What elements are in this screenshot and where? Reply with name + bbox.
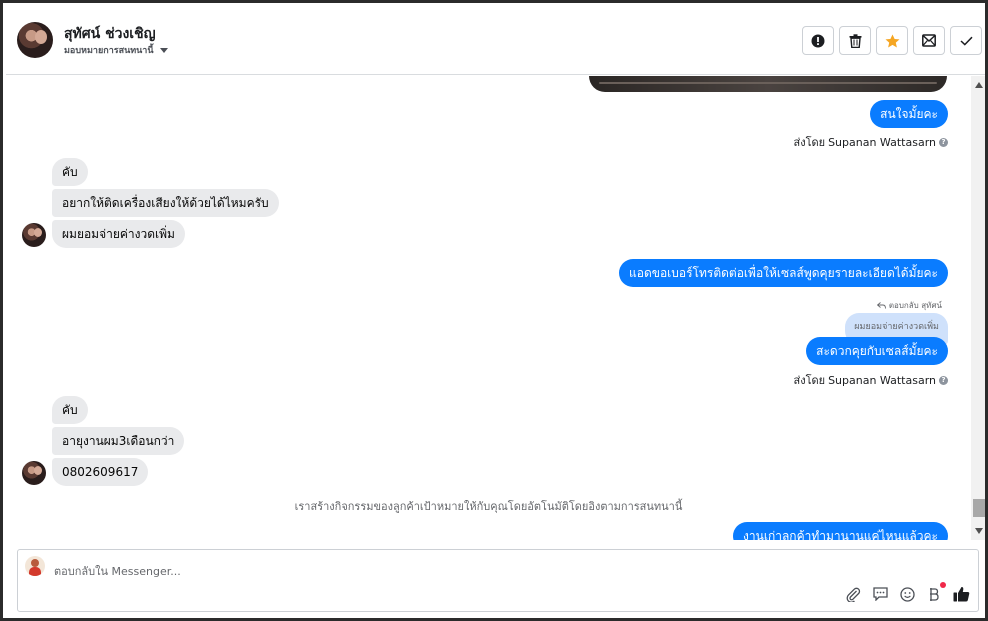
outgoing-message: แอดขอเบอร์โทรติดต่อเพื่อให้เซลส์พูดคุยรา… [619,259,948,287]
incoming-message: ผมยอมจ่ายค่างวดเพิ่ม [52,220,185,248]
notification-dot [940,582,946,588]
mark-unread-button[interactable] [913,26,945,55]
attachment-icon [846,587,860,602]
attachment-button[interactable] [844,585,862,603]
help-icon[interactable]: ? [939,375,948,385]
contact-avatar-small [22,461,46,485]
mark-done-button[interactable] [950,26,982,55]
payment-button[interactable] [925,582,946,603]
caret-down-icon [159,47,168,53]
mark-spam-button[interactable] [802,26,834,55]
conversation-header: สุทัศน์ ช่วงเชิญ มอบหมายการสนทนานี้ [6,6,985,75]
incoming-message: คับ [52,158,88,186]
delete-button[interactable] [839,26,871,55]
incoming-message: อายุงานผม3เดือนกว่า [52,427,185,455]
assign-label: มอบหมายการสนทนานี้ [64,46,154,56]
composer-tools [844,582,970,603]
sent-by-name: Supanan Wattasarn [828,135,936,149]
saved-reply-icon [872,587,888,601]
sent-by-label: ส่งโดย Supanan Wattasarn ? [793,133,948,151]
contact-avatar[interactable] [17,22,53,58]
incoming-message: 0802609617 [52,458,149,486]
sent-by-name: Supanan Wattasarn [828,373,936,387]
messenger-inbox-window: สุทัศน์ ช่วงเชิญ มอบหมายการสนทนานี้ สนใจ… [0,0,988,621]
reply-input[interactable]: ตอบกลับใน Messenger... [54,562,181,580]
alert-circle-icon [811,34,825,47]
contact-avatar-small [22,223,46,247]
sent-by-label: ส่งโดย Supanan Wattasarn ? [793,371,948,389]
reply-context-text: ตอบกลับ สุทัศน์ [888,301,942,310]
incoming-message: คับ [52,396,88,424]
emoji-icon [899,586,915,602]
outgoing-message: สนใจมั้ยคะ [870,100,948,128]
sent-by-prefix: ส่งโดย [793,136,826,149]
reply-context: ตอบกลับ สุทัศน์ [876,299,942,312]
outgoing-message: งานเก่าลูกค้าทำมานานแค่ไหนแล้วคะ [733,522,948,540]
page-avatar [25,556,45,576]
reply-arrow-icon [876,302,886,309]
message-composer[interactable]: ตอบกลับใน Messenger... [17,549,979,612]
like-button[interactable] [952,585,970,603]
conversation-thread: สนใจมั้ยคะ ส่งโดย Supanan Wattasarn ? คั… [6,76,971,540]
outgoing-message: สะดวกคุยกับเซลส์มั้ยคะ [806,337,948,365]
check-icon [959,36,973,46]
like-icon [953,586,969,602]
emoji-button[interactable] [898,585,916,603]
system-notice: เราสร้างกิจกรรมของลูกค้าเป้าหมายให้กับคุ… [294,500,683,513]
scroll-thumb[interactable] [973,499,985,517]
saved-reply-button[interactable] [871,585,889,603]
sent-by-prefix: ส่งโดย [793,374,826,387]
contact-name[interactable]: สุทัศน์ ช่วงเชิญ [64,23,156,45]
scroll-down-arrow-icon[interactable] [975,528,983,534]
image-attachment[interactable] [589,76,947,92]
header-actions [802,26,982,55]
help-icon[interactable]: ? [939,137,948,147]
conversation-scrollbar[interactable] [971,76,985,540]
incoming-message: อยากให้ติดเครื่องเสียงให้ด้วยได้ไหมครับ [52,189,279,217]
star-icon [885,34,899,47]
assign-conversation-dropdown[interactable]: มอบหมายการสนทนานี้ [64,43,168,57]
mail-icon [922,34,936,47]
scroll-up-arrow-icon[interactable] [975,82,983,88]
trash-icon [849,33,861,48]
payment-icon [930,587,939,601]
star-button[interactable] [876,26,908,55]
